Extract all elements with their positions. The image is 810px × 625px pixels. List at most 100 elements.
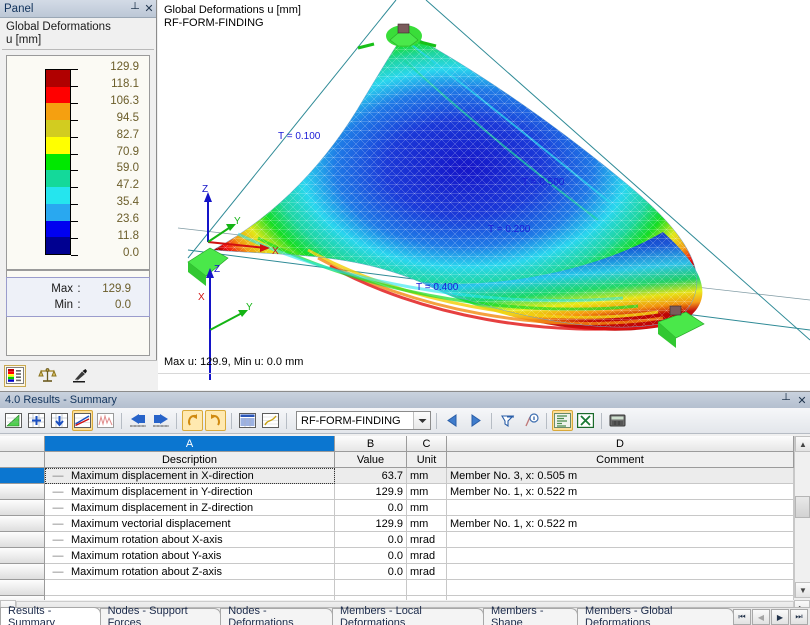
pin-icon[interactable]: ┴	[128, 3, 142, 15]
cell-value[interactable]: 63.7	[335, 468, 407, 484]
cell-description[interactable]: — Maximum rotation about Z-axis	[45, 564, 335, 580]
table-row[interactable]: — Maximum rotation about X-axis 0.0 mrad	[0, 532, 810, 548]
legend-tick-mark	[71, 85, 78, 87]
row-header[interactable]	[0, 564, 45, 580]
cell-unit[interactable]: mrad	[407, 532, 447, 548]
edit-table-icon[interactable]	[260, 410, 281, 431]
next-tab-icon[interactable]: ▶	[771, 609, 789, 625]
cell-comment[interactable]	[447, 564, 794, 580]
color-scale-icon[interactable]	[4, 364, 26, 387]
cell-description[interactable]: — Maximum displacement in Z-direction	[45, 500, 335, 516]
table-settings-icon[interactable]	[237, 410, 258, 431]
cell-value[interactable]: 0.0	[335, 500, 407, 516]
add-rows-icon[interactable]	[26, 410, 47, 431]
close-icon[interactable]: ✕	[794, 394, 810, 407]
cell-unit[interactable]: mrad	[407, 548, 447, 564]
scroll-up-button[interactable]: ▲	[795, 436, 810, 452]
redo-icon[interactable]	[205, 410, 226, 431]
stamp-icon[interactable]	[68, 365, 90, 387]
row-header[interactable]	[0, 516, 45, 532]
column-header-d[interactable]: D	[447, 436, 794, 452]
cell-empty[interactable]	[45, 580, 335, 596]
undo-icon[interactable]	[182, 410, 203, 431]
column-header-a[interactable]: A	[45, 436, 335, 452]
column-header-c[interactable]: C	[407, 436, 447, 452]
table-row[interactable]: — Maximum rotation about Z-axis 0.0 mrad	[0, 564, 810, 580]
cell-description[interactable]: — Maximum rotation about Y-axis	[45, 548, 335, 564]
row-header[interactable]	[0, 468, 45, 484]
cell-comment[interactable]	[447, 548, 794, 564]
tab-nodes-support-forces[interactable]: Nodes - Support Forces	[99, 605, 222, 625]
tab-nodes-deformations[interactable]: Nodes - Deformations	[220, 605, 333, 625]
show-graph-icon[interactable]	[3, 410, 24, 431]
cell-empty[interactable]	[335, 580, 407, 596]
edit-chart-icon[interactable]	[72, 410, 93, 431]
excel-export-icon[interactable]	[575, 410, 596, 431]
first-tab-icon[interactable]: ⏮	[733, 609, 751, 625]
table-row[interactable]: — Maximum vectorial displacement 129.9 mm Me…	[0, 516, 810, 532]
row-header[interactable]	[0, 484, 45, 500]
row-header[interactable]	[0, 500, 45, 516]
cell-comment[interactable]	[447, 500, 794, 516]
scales-icon[interactable]	[36, 365, 58, 387]
format-icon[interactable]	[552, 410, 573, 431]
cell-description[interactable]: — Maximum displacement in X-direction	[45, 468, 335, 484]
import-icon[interactable]	[49, 410, 70, 431]
row-header[interactable]	[0, 548, 45, 564]
membrane-model-graphic[interactable]: Z X Y Z Y X	[158, 0, 810, 390]
table-row[interactable]: — Maximum displacement in Z-direction 0.0 m…	[0, 500, 810, 516]
load-case-combo[interactable]: RF-FORM-FINDING	[296, 411, 431, 430]
vertical-scrollbar[interactable]: ▲ ▼	[794, 436, 810, 598]
prev-tab-icon[interactable]: ◀	[752, 609, 770, 625]
results-grid[interactable]: ABCD Description Value Unit Comment — Maximu…	[0, 436, 810, 625]
row-header[interactable]	[0, 580, 45, 596]
cell-value[interactable]: 0.0	[335, 548, 407, 564]
table-row[interactable]: — Maximum rotation about Y-axis 0.0 mrad	[0, 548, 810, 564]
close-icon[interactable]: ✕	[142, 2, 156, 15]
cell-value[interactable]: 0.0	[335, 532, 407, 548]
diagram-icon[interactable]	[95, 410, 116, 431]
cell-empty[interactable]	[407, 580, 447, 596]
table-row-empty[interactable]	[0, 580, 810, 596]
vertical-scroll-thumb[interactable]	[795, 496, 810, 518]
cell-description[interactable]: — Maximum vectorial displacement	[45, 516, 335, 532]
tab-results-summary[interactable]: Results - Summary	[0, 605, 101, 625]
prev-arrow-icon[interactable]	[127, 410, 148, 431]
cell-unit[interactable]: mm	[407, 500, 447, 516]
cell-value[interactable]: 0.0	[335, 564, 407, 580]
cell-unit[interactable]: mrad	[407, 564, 447, 580]
column-header-b[interactable]: B	[335, 436, 407, 452]
cell-value[interactable]: 129.9	[335, 516, 407, 532]
cell-value[interactable]: 129.9	[335, 484, 407, 500]
tab-members-local-deformations[interactable]: Members - Local Deformations	[331, 605, 484, 625]
filter-icon[interactable]	[497, 410, 518, 431]
cell-comment[interactable]: Member No. 1, x: 0.522 m	[447, 516, 794, 532]
cell-description[interactable]: — Maximum displacement in Y-direction	[45, 484, 335, 500]
cell-unit[interactable]: mm	[407, 468, 447, 484]
tab-members-global-deformations[interactable]: Members - Global Deformations	[577, 605, 734, 625]
cell-unit[interactable]: mm	[407, 516, 447, 532]
last-tab-icon[interactable]: ⏭	[790, 609, 808, 625]
grid-corner-cell[interactable]	[0, 436, 45, 452]
next-arrow-icon[interactable]	[150, 410, 171, 431]
calculator-icon[interactable]	[607, 410, 628, 431]
nav-forward-icon[interactable]	[465, 410, 486, 431]
nav-back-icon[interactable]	[442, 410, 463, 431]
cell-empty[interactable]	[447, 580, 794, 596]
table-row[interactable]: — Maximum displacement in Y-direction 129.…	[0, 484, 810, 500]
cell-description[interactable]: — Maximum rotation about X-axis	[45, 532, 335, 548]
cell-comment[interactable]: Member No. 1, x: 0.522 m	[447, 484, 794, 500]
table-row[interactable]: — Maximum displacement in X-direction 63.7…	[0, 468, 810, 484]
info-icon[interactable]	[520, 410, 541, 431]
row-header[interactable]	[0, 532, 45, 548]
cell-unit[interactable]: mm	[407, 484, 447, 500]
legend-tick-label: 11.8	[117, 230, 139, 243]
cell-comment[interactable]	[447, 532, 794, 548]
model-viewport[interactable]: Z X Y Z Y X Global Deformations u [mm] R…	[158, 0, 810, 390]
table-tab-bar[interactable]: Results - Summary Nodes - Support Forces N…	[0, 605, 810, 625]
pin-icon[interactable]: ┴	[778, 394, 794, 406]
scroll-down-button[interactable]: ▼	[795, 582, 810, 598]
chevron-down-icon[interactable]	[413, 412, 430, 429]
cell-comment[interactable]: Member No. 3, x: 0.505 m	[447, 468, 794, 484]
tab-members-shape[interactable]: Members - Shape	[482, 605, 579, 625]
